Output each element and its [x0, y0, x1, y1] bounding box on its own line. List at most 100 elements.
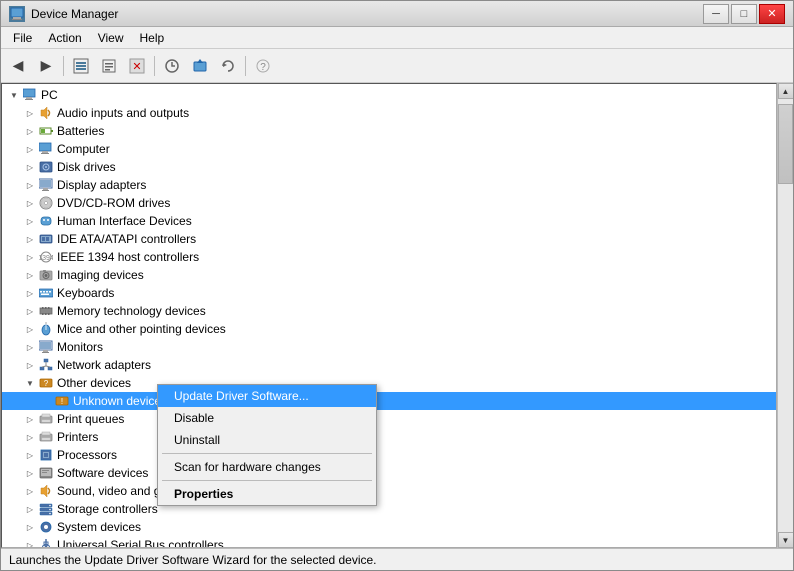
properties-button[interactable]: [96, 53, 122, 79]
tree-item-usb[interactable]: ▷ Universal Serial Bus controllers: [2, 536, 776, 548]
tree-item-other[interactable]: ▼ ? Other devices: [2, 374, 776, 392]
tree-label-printq: Print queues: [57, 412, 124, 426]
expand-dvd[interactable]: ▷: [22, 195, 38, 211]
tree-item-printq[interactable]: ▷ Print queues: [2, 410, 776, 428]
expand-mice[interactable]: ▷: [22, 321, 38, 337]
tree-label-memory: Memory technology devices: [57, 304, 206, 318]
expand-printers[interactable]: ▷: [22, 429, 38, 445]
tree-label-printers: Printers: [57, 430, 98, 444]
tree-label-other: Other devices: [57, 376, 131, 390]
tree-item-sound[interactable]: ▷ Sound, video and game controllers: [2, 482, 776, 500]
expand-unknown: [38, 393, 54, 409]
tree-item-unknown[interactable]: ! Unknown device: [2, 392, 776, 410]
window-icon: [9, 6, 25, 22]
tree-item-network[interactable]: ▷ Network adapters: [2, 356, 776, 374]
expand-display[interactable]: ▷: [22, 177, 38, 193]
expand-software[interactable]: ▷: [22, 465, 38, 481]
title-bar: Device Manager ─ □ ✕: [1, 1, 793, 27]
show-hide-button[interactable]: [68, 53, 94, 79]
tree-item-keyboard[interactable]: ▷ Keyboards: [2, 284, 776, 302]
scrollbar-up[interactable]: ▲: [778, 83, 794, 99]
scrollbar-thumb[interactable]: [778, 104, 793, 184]
tree-item-ide[interactable]: ▷ IDE ATA/ATAPI controllers: [2, 230, 776, 248]
menu-action[interactable]: Action: [40, 27, 89, 48]
context-menu-uninstall[interactable]: Uninstall: [158, 429, 376, 451]
expand-computer[interactable]: ▷: [22, 141, 38, 157]
expand-audio[interactable]: ▷: [22, 105, 38, 121]
minimize-button[interactable]: ─: [703, 4, 729, 24]
tree-item-display[interactable]: ▷ Display adapters: [2, 176, 776, 194]
tree-item-monitors[interactable]: ▷ Monitors: [2, 338, 776, 356]
expand-disk[interactable]: ▷: [22, 159, 38, 175]
expand-hid[interactable]: ▷: [22, 213, 38, 229]
menu-view[interactable]: View: [90, 27, 132, 48]
tree-item-pc[interactable]: ▼ PC: [2, 86, 776, 104]
close-button[interactable]: ✕: [759, 4, 785, 24]
tree-item-ieee[interactable]: ▷ 1394 IEEE 1394 host controllers: [2, 248, 776, 266]
tree-item-mice[interactable]: ▷ Mice and other pointing devices: [2, 320, 776, 338]
svg-text:✕: ✕: [132, 61, 141, 73]
context-menu-disable[interactable]: Disable: [158, 407, 376, 429]
expand-other[interactable]: ▼: [22, 375, 38, 391]
icon-software: [38, 465, 54, 481]
expand-sound[interactable]: ▷: [22, 483, 38, 499]
tree-item-computer[interactable]: ▷ Computer: [2, 140, 776, 158]
icon-disk: [38, 159, 54, 175]
tree-label-processors: Processors: [57, 448, 117, 462]
expand-network[interactable]: ▷: [22, 357, 38, 373]
scan-hardware-button[interactable]: [159, 53, 185, 79]
tree-item-imaging[interactable]: ▷ Imaging devices: [2, 266, 776, 284]
tree-item-audio[interactable]: ▷ Audio inputs and outputs: [2, 104, 776, 122]
expand-ide[interactable]: ▷: [22, 231, 38, 247]
menu-file[interactable]: File: [5, 27, 40, 48]
expand-imaging[interactable]: ▷: [22, 267, 38, 283]
forward-button[interactable]: ▶: [33, 53, 59, 79]
tree-item-memory[interactable]: ▷ Memory technology devices: [2, 302, 776, 320]
tree-item-dvd[interactable]: ▷ DVD/CD-ROM drives: [2, 194, 776, 212]
tree-item-disk[interactable]: ▷ Disk drives: [2, 158, 776, 176]
help-button[interactable]: ?: [250, 53, 276, 79]
expand-ieee[interactable]: ▷: [22, 249, 38, 265]
expand-keyboard[interactable]: ▷: [22, 285, 38, 301]
tree-item-hid[interactable]: ▷ Human Interface Devices: [2, 212, 776, 230]
expand-storage[interactable]: ▷: [22, 501, 38, 517]
context-menu-scan[interactable]: Scan for hardware changes: [158, 456, 376, 478]
tree-item-batteries[interactable]: ▷ Batteries: [2, 122, 776, 140]
context-menu-sep-2: [162, 480, 372, 481]
expand-usb[interactable]: ▷: [22, 537, 38, 548]
icon-usb: [38, 537, 54, 548]
back-button[interactable]: ◀: [5, 53, 31, 79]
tree-label-unknown: Unknown device: [73, 394, 161, 408]
tree-label-pc: PC: [41, 88, 58, 102]
tree-item-storage[interactable]: ▷ Storage controllers: [2, 500, 776, 518]
tree-item-processors[interactable]: ▷ Processors: [2, 446, 776, 464]
tree-label-usb: Universal Serial Bus controllers: [57, 538, 224, 548]
icon-unknown: !: [54, 393, 70, 409]
context-menu-properties[interactable]: Properties: [158, 483, 376, 505]
tree-item-system[interactable]: ▷ System devices: [2, 518, 776, 536]
expand-system[interactable]: ▷: [22, 519, 38, 535]
update-driver-button[interactable]: [187, 53, 213, 79]
icon-audio: [38, 105, 54, 121]
expand-monitors[interactable]: ▷: [22, 339, 38, 355]
status-bar: Launches the Update Driver Software Wiza…: [1, 548, 793, 570]
icon-memory: [38, 303, 54, 319]
tree-item-printers[interactable]: ▷ Printers: [2, 428, 776, 446]
scrollbar-down[interactable]: ▼: [778, 532, 794, 548]
menu-help[interactable]: Help: [132, 27, 173, 48]
uninstall-button[interactable]: ✕: [124, 53, 150, 79]
title-bar-buttons: ─ □ ✕: [703, 4, 785, 24]
scrollbar-track[interactable]: [778, 99, 793, 532]
expand-memory[interactable]: ▷: [22, 303, 38, 319]
expand-batteries[interactable]: ▷: [22, 123, 38, 139]
expand-pc[interactable]: ▼: [6, 87, 22, 103]
refresh-button[interactable]: [215, 53, 241, 79]
scrollbar[interactable]: ▲ ▼: [777, 83, 793, 548]
context-menu-update-driver[interactable]: Update Driver Software...: [158, 385, 376, 407]
icon-display: [38, 177, 54, 193]
expand-processors[interactable]: ▷: [22, 447, 38, 463]
maximize-button[interactable]: □: [731, 4, 757, 24]
expand-printq[interactable]: ▷: [22, 411, 38, 427]
tree-item-software[interactable]: ▷ Software devices: [2, 464, 776, 482]
tree-panel[interactable]: ▼ PC ▷: [1, 83, 777, 548]
